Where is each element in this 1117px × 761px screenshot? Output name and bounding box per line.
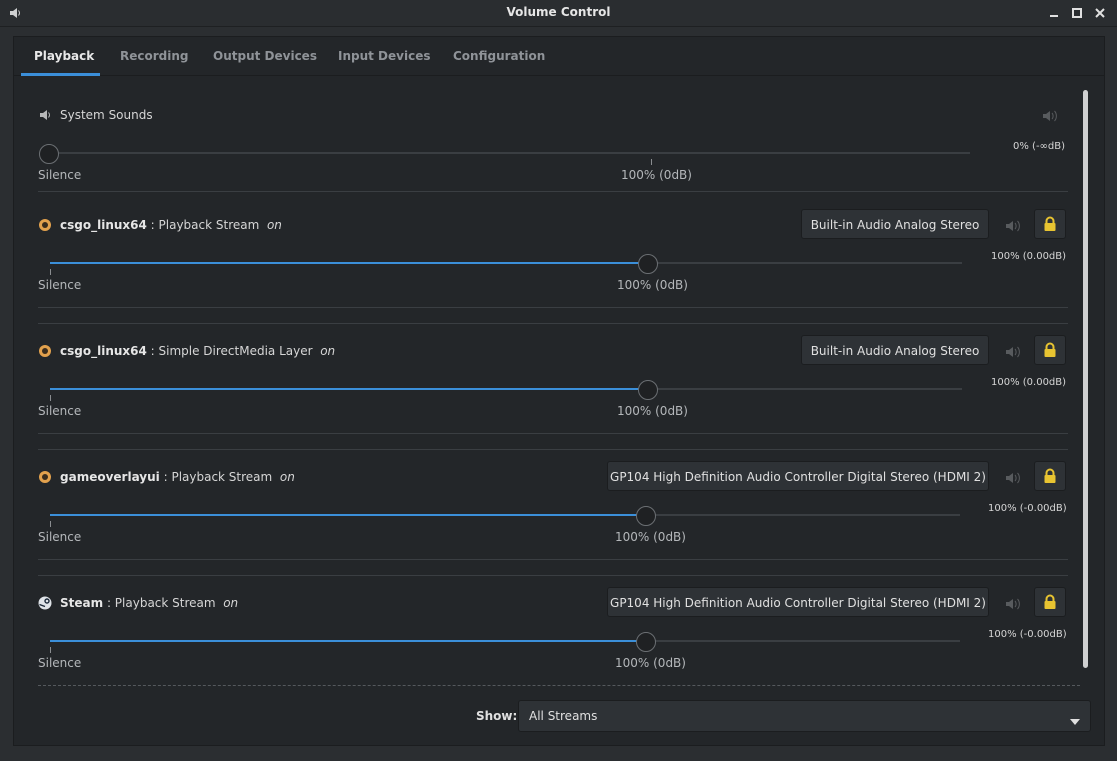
volume-slider-track[interactable] [50, 262, 962, 264]
slider-tick [50, 521, 51, 527]
row-separator [38, 191, 1068, 192]
row-separator [38, 449, 1068, 450]
tab-recording[interactable]: Recording [120, 49, 189, 76]
minimize-icon[interactable] [1046, 5, 1062, 21]
device-selector-button[interactable]: Built-in Audio Analog Stereo [801, 335, 989, 365]
mute-icon[interactable] [1004, 344, 1024, 364]
volume-readout: 100% (0.00dB) [991, 251, 1067, 262]
device-selector-button[interactable]: Built-in Audio Analog Stereo [801, 209, 989, 239]
slider-mid-label: 100% (0dB) [615, 530, 686, 544]
row-separator [38, 307, 1068, 308]
active-tab-indicator [21, 73, 100, 76]
volume-slider-fill [50, 514, 646, 516]
lock-icon [1044, 594, 1056, 609]
show-label: Show: [476, 709, 518, 723]
stream-label: Steam : Playback Stream on [60, 596, 239, 610]
stream-label: csgo_linux64 : Playback Stream on [60, 218, 282, 232]
show-filter-dropdown[interactable]: All Streams [518, 700, 1091, 732]
slider-tick [651, 159, 652, 165]
volume-readout: 100% (0.00dB) [991, 377, 1067, 388]
slider-min-label: Silence [38, 404, 82, 418]
volume-slider-track[interactable] [50, 640, 960, 642]
volume-readout: 100% (-0.00dB) [988, 503, 1067, 514]
volume-slider-handle[interactable] [636, 506, 656, 526]
slider-min-label: Silence [38, 168, 82, 182]
volume-slider-fill [50, 262, 648, 264]
device-selector-button[interactable]: GP104 High Definition Audio Controller D… [607, 461, 989, 491]
slider-mid-label: 100% (0dB) [617, 278, 688, 292]
tab-bar: Playback Recording Output Devices Input … [14, 37, 1104, 76]
slider-tick [50, 647, 51, 653]
app-icon [38, 344, 52, 358]
volume-slider-track[interactable] [50, 514, 960, 516]
title-bar: Volume Control [0, 0, 1117, 27]
volume-slider-handle[interactable] [638, 254, 658, 274]
volume-slider-track[interactable] [50, 388, 962, 390]
speaker-icon [38, 108, 52, 122]
slider-min-label: Silence [38, 656, 82, 670]
lock-channels-button[interactable] [1034, 461, 1066, 491]
lock-channels-button[interactable] [1034, 209, 1066, 239]
slider-tick [50, 269, 51, 275]
slider-mid-label: 100% (0dB) [615, 656, 686, 670]
stream-label: csgo_linux64 : Simple DirectMedia Layer … [60, 344, 336, 358]
tab-output-devices[interactable]: Output Devices [213, 49, 317, 76]
maximize-icon[interactable] [1069, 5, 1085, 21]
volume-slider-handle[interactable] [636, 632, 656, 652]
mute-icon[interactable] [1004, 596, 1024, 616]
lock-icon [1044, 342, 1056, 357]
main-panel: Playback Recording Output Devices Input … [13, 36, 1105, 746]
volume-slider-fill [50, 640, 646, 642]
app-icon [38, 218, 52, 232]
slider-tick [50, 395, 51, 401]
list-bottom-border [38, 685, 1080, 686]
volume-readout: 0% (-∞dB) [1013, 141, 1065, 152]
scrollbar[interactable] [1083, 90, 1088, 668]
tab-input-devices[interactable]: Input Devices [338, 49, 430, 76]
volume-slider-track[interactable] [40, 152, 970, 154]
lock-icon [1044, 216, 1056, 231]
device-selector-button[interactable]: GP104 High Definition Audio Controller D… [607, 587, 989, 617]
window-title: Volume Control [506, 5, 611, 19]
lock-channels-button[interactable] [1034, 335, 1066, 365]
row-separator [38, 323, 1068, 324]
tab-playback[interactable]: Playback [34, 49, 94, 76]
row-separator [38, 559, 1068, 560]
volume-slider-handle[interactable] [638, 380, 658, 400]
slider-min-label: Silence [38, 278, 82, 292]
volume-slider-handle[interactable] [39, 144, 59, 164]
app-icon [38, 470, 52, 484]
close-icon[interactable] [1092, 5, 1108, 21]
mute-icon[interactable] [1004, 470, 1024, 490]
stream-label: gameoverlayui : Playback Stream on [60, 470, 295, 484]
mute-icon[interactable] [1041, 108, 1061, 128]
volume-slider-fill [50, 388, 648, 390]
chevron-down-icon [1070, 714, 1080, 728]
tab-configuration[interactable]: Configuration [453, 49, 545, 76]
row-separator [38, 575, 1068, 576]
mute-icon[interactable] [1004, 218, 1024, 238]
lock-icon [1044, 468, 1056, 483]
show-filter-value: All Streams [529, 709, 598, 723]
slider-mid-label: 100% (0dB) [621, 168, 692, 182]
steam-icon [38, 596, 52, 610]
row-separator [38, 433, 1068, 434]
volume-readout: 100% (-0.00dB) [988, 629, 1067, 640]
slider-min-label: Silence [38, 530, 82, 544]
slider-mid-label: 100% (0dB) [617, 404, 688, 418]
lock-channels-button[interactable] [1034, 587, 1066, 617]
system-sounds-label: System Sounds [60, 108, 153, 122]
